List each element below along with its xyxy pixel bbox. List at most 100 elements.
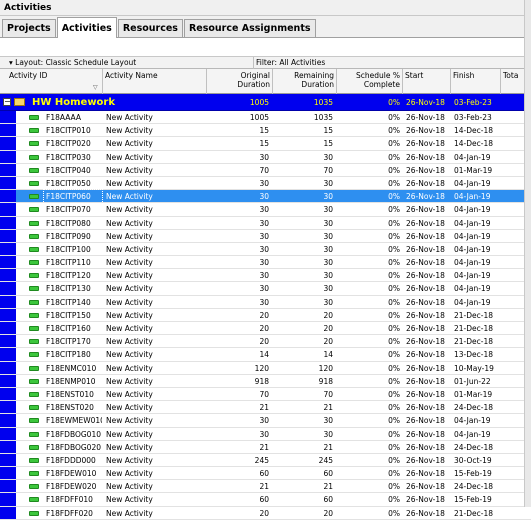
chevron-down-icon: ▾ [9,58,13,67]
collapse-icon[interactable]: − [3,98,11,106]
activity-id: F18FDFF020 [46,508,93,518]
table-row[interactable]: F18CITP170 New Activity 20 20 0% 26-Nov-18 21-… [0,335,531,349]
filter-bar: ▾ Layout: Classic Schedule Layout Filter… [0,57,531,69]
activity-bar-icon [29,273,39,279]
tab-activities[interactable]: Activities [56,17,117,38]
table-row[interactable]: F18CITP050 New Activity 30 30 0% 26-Nov-18 04-… [0,176,531,191]
folder-icon [14,98,25,106]
table-row[interactable]: F18FDEW020 New Activity 21 21 0% 26-Nov-18 24-… [0,480,531,494]
activity-id: F18CITP140 [46,297,91,307]
finish-date: 04-Jan-19 [454,192,491,202]
schedule-pct: 0% [388,416,400,426]
column-label: Remaining Duration [294,71,334,89]
remaining-duration: 30 [323,258,333,268]
start-date: 26-Nov-18 [406,337,445,347]
layout-selector[interactable]: ▾ Layout: Classic Schedule Layout [9,58,136,67]
original-duration: 30 [259,271,269,281]
start-date: 26-Nov-18 [406,231,445,241]
table-row[interactable]: F18FDFF020 New Activity 20 20 0% 26-Nov-18 21-… [0,506,531,520]
activity-name: New Activity [106,363,153,373]
start-date: 26-Nov-18 [406,205,445,215]
column-header-schedule-pct[interactable]: Schedule % Complete [337,69,403,94]
column-label: Original Duration [237,71,270,89]
finish-date: 04-Jan-19 [454,416,491,426]
activity-name: New Activity [106,350,153,360]
activity-name: New Activity [106,244,153,254]
activity-name: New Activity [106,337,153,347]
remaining-duration: 30 [323,271,333,281]
table-row[interactable]: F18CITP090 New Activity 30 30 0% 26-Nov-18 04-… [0,229,531,243]
table-row[interactable]: F18CITP130 New Activity 30 30 0% 26-Nov-18 04-… [0,282,531,296]
activity-name: New Activity [106,376,153,386]
start-date: 26-Nov-18 [406,442,445,452]
table-row[interactable]: F18CITP120 New Activity 30 30 0% 26-Nov-18 04-… [0,269,531,283]
schedule-pct: 0% [388,271,400,281]
wbs-indent-band [0,282,16,295]
start-date: 26-Nov-18 [406,271,445,281]
table-row[interactable]: F18ENMC010 New Activity 120 120 0% 26-Nov-18 1… [0,361,531,375]
wbs-row[interactable]: − HW Homework 1005 1035 0% 26-Nov-18 03-… [0,94,531,111]
column-label: Schedule % Complete [356,71,400,89]
table-row[interactable]: F18FDBOG010 New Activity 30 30 0% 26-Nov-18 04… [0,427,531,441]
filter-label[interactable]: Filter: All Activities [256,58,325,67]
column-header-activity-id[interactable]: Activity ID ▽ [0,69,103,94]
tab-resources[interactable]: Resources [117,19,183,37]
activity-id: F18CITP020 [46,139,91,149]
table-row[interactable]: F18CITP030 New Activity 30 30 0% 26-Nov-18 04-… [0,150,531,164]
schedule-pct: 0% [388,165,400,175]
remaining-duration: 21 [323,403,333,413]
table-row[interactable]: F18FDEW010 New Activity 60 60 0% 26-Nov-18 15-… [0,467,531,481]
table-row[interactable]: F18CITP010 New Activity 15 15 0% 26-Nov-18 14-… [0,124,531,138]
activity-id: F18CITP110 [46,258,91,268]
column-header-finish[interactable]: Finish [451,69,501,94]
original-duration: 30 [259,297,269,307]
activity-id: F18FDDD000 [46,455,96,465]
table-row[interactable]: F18CITP150 New Activity 20 20 0% 26-Nov-18 21-… [0,308,531,322]
table-row[interactable]: F18ENST020 New Activity 21 21 0% 26-Nov-18 24-… [0,401,531,415]
activity-name: New Activity [106,205,153,215]
tab-projects[interactable]: Projects [2,19,56,37]
table-row[interactable]: F18FDDD000 New Activity 245 245 0% 26-Nov-18 3… [0,453,531,468]
schedule-pct: 0% [388,429,400,439]
table-row[interactable]: F18FDBOG020 New Activity 21 21 0% 26-Nov-18 24… [0,440,531,454]
activity-bar-icon [29,326,39,331]
table-row[interactable]: F18ENMP010 New Activity 918 918 0% 26-Nov-18 0… [0,374,531,388]
table-row[interactable]: F18CITP110 New Activity 30 30 0% 26-Nov-18 04-… [0,256,531,270]
table-row[interactable]: F18CITP060 New Activity 30 30 0% 26-Nov-18 04-… [0,189,531,205]
original-duration: 30 [259,284,269,294]
table-row[interactable]: F18CITP180 New Activity 14 14 0% 26-Nov-18 13-… [0,348,531,362]
column-header-activity-name[interactable]: Activity Name [103,69,207,94]
table-row[interactable]: F18CITP100 New Activity 30 30 0% 26-Nov-18 04-… [0,242,531,257]
table-row[interactable]: F18CITP160 New Activity 20 20 0% 26-Nov-18 21-… [0,322,531,336]
wbs-original-duration: 1005 [249,98,269,107]
finish-date: 24-Dec-18 [454,442,494,452]
table-row[interactable]: F18CITP080 New Activity 30 30 0% 26-Nov-18 04-… [0,216,531,230]
column-header-start[interactable]: Start [403,69,451,94]
table-row[interactable]: F18CITP020 New Activity 15 15 0% 26-Nov-18 14-… [0,137,531,151]
remaining-duration: 30 [323,284,333,294]
start-date: 26-Nov-18 [406,482,445,492]
table-row[interactable]: F18ENST010 New Activity 70 70 0% 26-Nov-18 01-… [0,387,531,402]
column-header-remaining-duration[interactable]: Remaining Duration [273,69,337,94]
table-row[interactable]: F18FDFF010 New Activity 60 60 0% 26-Nov-18 15-… [0,493,531,507]
schedule-pct: 0% [388,469,400,479]
vertical-scrollbar[interactable] [524,0,531,507]
table-row[interactable]: F18CITP040 New Activity 70 70 0% 26-Nov-18 01-… [0,163,531,177]
activity-id: F18AAAA [46,113,82,122]
table-row[interactable]: F18EWMEW010 New Activity 30 30 0% 26-Nov-18 04… [0,414,531,428]
wbs-indent-band [0,308,16,321]
table-row[interactable]: F18CITP070 New Activity 30 30 0% 26-Nov-18 04-… [0,203,531,217]
table-row[interactable]: F18AAAA New Activity 1005 1035 0% 26-Nov-18 03… [0,111,531,125]
finish-date: 21-Dec-18 [454,508,494,518]
tab-resource-assignments[interactable]: Resource Assignments [183,19,316,37]
column-header-original-duration[interactable]: Original Duration [207,69,273,94]
activity-id: F18ENST010 [46,389,94,399]
table-row[interactable]: F18CITP140 New Activity 30 30 0% 26-Nov-18 04-… [0,295,531,309]
remaining-duration: 21 [323,482,333,492]
wbs-indent-band [0,480,16,493]
activity-name: New Activity [106,442,153,452]
original-duration: 120 [254,363,269,373]
activity-name: New Activity [106,152,153,162]
start-date: 26-Nov-18 [406,310,445,320]
column-header-total-float[interactable]: Tota [501,69,524,94]
